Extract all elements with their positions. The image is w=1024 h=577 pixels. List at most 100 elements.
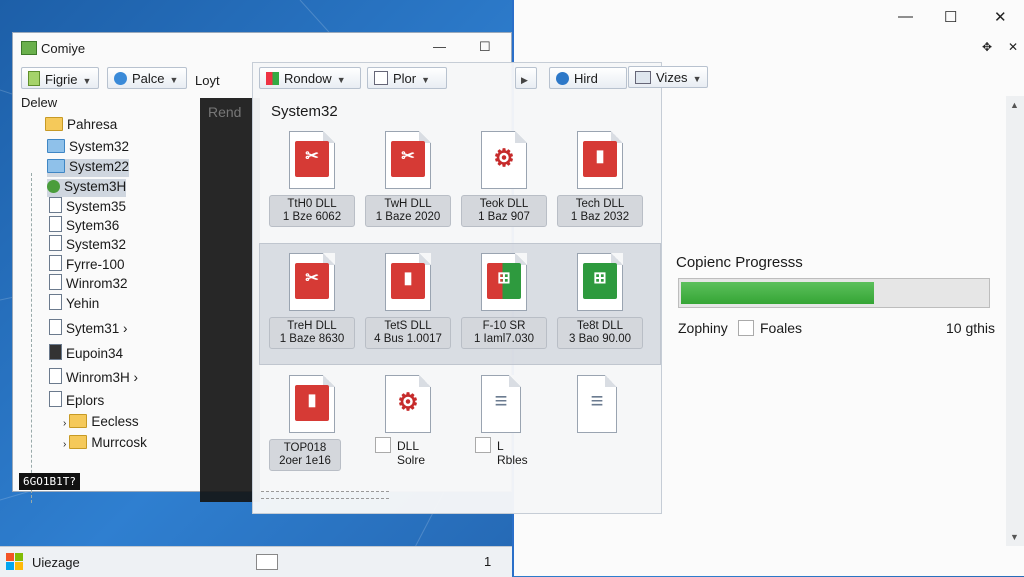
tree-item[interactable]: System32 [47,139,129,157]
figrie-menu-button[interactable]: Figrie ▼ [21,67,99,89]
file-icon [49,294,62,310]
layout-link[interactable]: Loyt [195,73,220,88]
task-view-icon[interactable] [256,554,278,570]
windows-logo-icon[interactable] [6,553,24,571]
minimize-button[interactable]: — [898,8,913,25]
tree-item[interactable]: Sytem36 [49,216,119,234]
tree-item[interactable]: › Eecless [63,414,139,432]
checkbox[interactable] [738,320,754,336]
file-icon [49,235,62,251]
progress-fill [681,282,874,304]
palce-label: Palce [132,71,165,86]
gear-icon [47,180,60,193]
folder-heading: System32 [271,103,338,120]
file-tile[interactable]: ▮ Tech DLL 1 Baz 2032 [557,131,647,241]
scroll-down-icon[interactable]: ▼ [1010,532,1019,542]
info-icon [556,72,569,85]
scroll-up-icon[interactable]: ▲ [1010,100,1019,110]
file-tile[interactable]: ▮ TOP018 2oer 1e16 [269,375,359,485]
folder-icon [69,414,88,428]
tree-item-label: Murrcosk [91,435,147,450]
folder-app-icon [21,41,37,55]
tree-item-label: Eplors [66,393,105,408]
progress-left-label: Zophiny [678,320,728,336]
pin-icon[interactable]: ✥ [982,40,992,54]
tree-item[interactable]: Winrom3H › [49,368,138,386]
tree-item[interactable]: System35 [49,197,126,215]
file-tile[interactable]: ▮ TetS DLL 4 Bus 1.0017 [365,253,455,363]
tree-item[interactable]: Winrom32 [49,274,128,292]
panel-resize-grip[interactable] [261,491,389,499]
file-tile[interactable]: ≡ L Rbles [461,375,551,485]
nav-forward-button[interactable]: ▶ [515,67,537,89]
tree-item-label: Eecless [91,414,139,429]
view-icon [374,71,388,85]
status-readout: 6GO1B1T? [19,473,80,490]
checkbox[interactable] [375,437,391,453]
progress-title: Copienc Progresss [676,254,803,271]
close-button[interactable]: ✕ [994,8,1007,26]
taskbar: Uiezage 1 [0,546,512,577]
dll-file-icon: ▮ [289,375,335,433]
minimize-button[interactable]: — [433,39,446,54]
file-tile[interactable]: ⚙ Teok DLL 1 Baz 907 [461,131,551,241]
chevron-down-icon: ▼ [169,75,179,85]
figrie-label: Figrie [45,72,78,87]
explorer-title: Comiye [41,41,86,56]
tree-item-label: Winrom32 [66,276,128,291]
file-icon [49,319,62,335]
tree-item[interactable]: Yehin [49,294,99,312]
tree-item[interactable]: Fyrre-100 [49,255,125,273]
tree-item[interactable]: Sytem31 › [49,319,128,337]
file-tile[interactable]: ✂ TwH DLL 1 Baze 2020 [365,131,455,241]
views-icon [635,71,651,84]
page-number: 1 [484,554,492,569]
hird-button[interactable]: Hird [549,67,627,89]
plor-menu-button[interactable]: Plor ▼ [367,67,447,89]
hird-label: Hird [574,71,598,86]
folder-icon [69,435,88,449]
tree-item[interactable]: Eupoin34 [49,344,123,362]
window-menu-label: Rondow [284,71,332,86]
views-menu-button[interactable]: Vizes ▼ [628,66,708,88]
chevron-down-icon: ▼ [336,75,346,85]
file-caption: L Rbles [475,437,528,467]
tree-item-label: System3H [64,179,127,194]
tree-item[interactable]: Eplors [49,391,104,409]
chevron-down-icon: ▼ [692,74,702,84]
files-checkbox-row[interactable]: Foales [738,320,802,336]
tree-item[interactable]: Pahresa [45,117,117,135]
checkbox-label: Foales [760,320,803,336]
chevron-right-icon: › [63,418,67,429]
dll-file-icon: ✂ [289,253,335,311]
taskbar-label[interactable]: Uiezage [32,555,80,570]
file-caption: TtH0 DLL 1 Bze 6062 [269,195,355,227]
file-tile[interactable]: ✂ TreH DLL 1 Baze 8630 [269,253,359,363]
tree-item-selected[interactable]: System22 [47,159,130,177]
explorer-titlebar[interactable]: Comiye — ☐ [13,33,511,63]
dll-file-icon: ▮ [385,253,431,311]
file-tile[interactable]: ✂ TtH0 DLL 1 Bze 6062 [269,131,359,241]
tree-item[interactable]: System32 [49,235,126,253]
vertical-scrollbar[interactable]: ▲ ▼ [1006,96,1024,546]
close-pane-button[interactable]: ✕ [1008,40,1018,54]
tree-item-label: System22 [69,159,130,174]
tree-item-selected[interactable]: System3H [47,179,127,197]
tree-guide-line [31,173,33,503]
chevron-down-icon: ▼ [421,75,431,85]
folder-icon [47,159,65,173]
checkbox[interactable] [475,437,491,453]
file-tile[interactable]: ⚙ DLL Solre [365,375,455,485]
file-tile[interactable]: ⊞ F-10 SR 1 Iaml7.030 [461,253,551,363]
file-icon [49,216,62,232]
palce-menu-button[interactable]: Palce ▼ [107,67,187,89]
maximize-button[interactable]: ☐ [944,8,957,26]
window-menu-button[interactable]: Rondow ▼ [259,67,361,89]
tree-item[interactable]: › Murrcosk [63,435,147,453]
file-tile[interactable]: ⊞ Te8t DLL 3 Bao 90.00 [557,253,647,363]
file-tile[interactable]: ≡ [557,375,647,485]
tree-item-label: System32 [66,237,127,252]
progress-bar [678,278,990,308]
file-caption: TwH DLL 1 Baze 2020 [365,195,451,227]
maximize-button[interactable]: ☐ [479,39,491,55]
